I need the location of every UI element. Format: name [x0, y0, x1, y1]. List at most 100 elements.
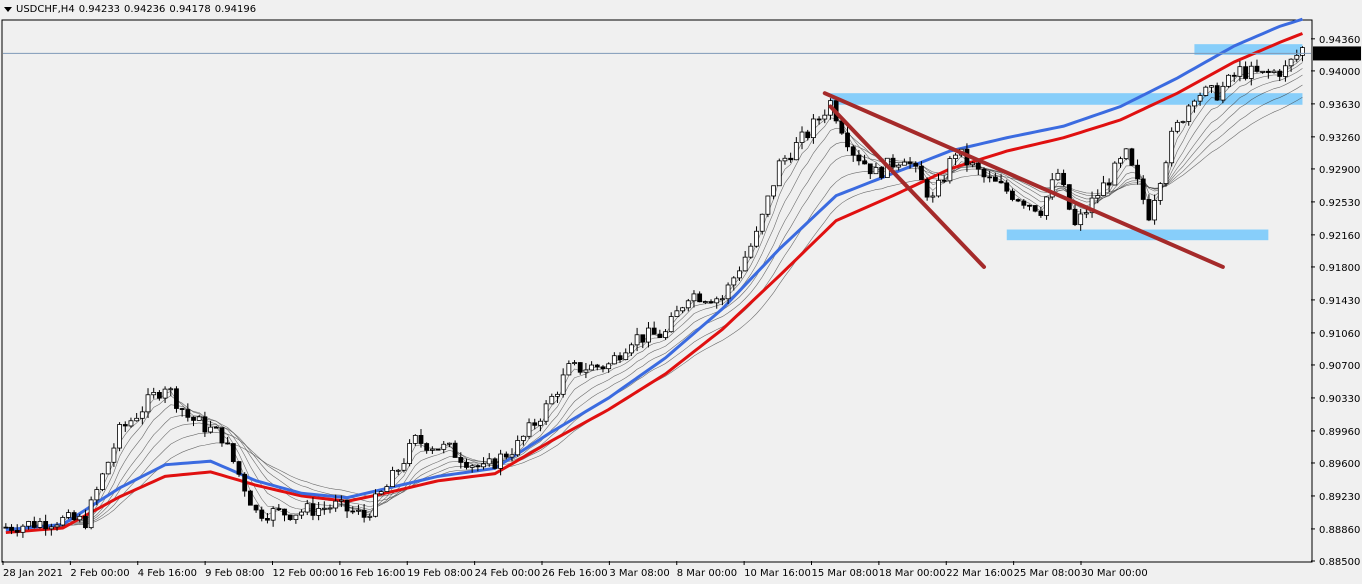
candle-body — [424, 443, 430, 451]
candle-body — [242, 473, 248, 492]
candle-body — [1288, 58, 1294, 67]
candle-body — [640, 334, 646, 343]
moving-average-thin — [5, 74, 1303, 529]
candle-body — [532, 422, 538, 426]
candle-body — [708, 301, 714, 304]
x-tick-label: 19 Feb 08:00 — [407, 568, 473, 579]
current-price-label: 0.94196 — [1317, 49, 1358, 60]
candle-body — [407, 443, 413, 464]
candle-body — [344, 499, 350, 512]
candle-body — [122, 424, 128, 427]
candle-body — [873, 167, 879, 175]
candle-body — [577, 362, 583, 373]
candle-body — [1260, 70, 1266, 73]
candle-body — [230, 443, 236, 462]
candle-body — [520, 435, 526, 441]
candle-body — [856, 154, 862, 162]
candle-body — [759, 213, 765, 232]
candle-body — [418, 435, 424, 444]
candle-body — [378, 491, 384, 495]
price-chart[interactable]: 0.94360 0.94000 0.93630 0.93260 0.92900 0.925… — [0, 0, 1362, 584]
candle-body — [1243, 66, 1248, 79]
candle-body — [776, 160, 782, 187]
candle-body — [145, 394, 151, 413]
candle-body — [253, 504, 259, 511]
candle-body — [412, 435, 418, 444]
candle-body — [464, 462, 469, 468]
candle-body — [555, 393, 560, 397]
candle-body — [560, 374, 566, 395]
candle-body — [310, 503, 316, 516]
candle-body — [447, 442, 452, 445]
candle-body — [788, 157, 794, 161]
candle-body — [83, 515, 88, 529]
candle-body — [401, 463, 407, 471]
candle-body — [668, 316, 674, 333]
candle-body — [1010, 190, 1015, 200]
x-tick-label: 26 Feb 16:00 — [542, 568, 608, 579]
candle-body — [1277, 70, 1283, 77]
candle-body — [919, 165, 924, 181]
candle-body — [953, 154, 958, 159]
candle-body — [168, 388, 174, 391]
candle-body — [390, 470, 395, 487]
candle-body — [572, 362, 577, 364]
y-tick-label: 0.91060 — [1319, 329, 1360, 340]
candle-body — [526, 422, 532, 437]
candle-body — [333, 500, 339, 509]
x-tick-label: 18 Mar 00:00 — [879, 568, 946, 579]
candle-body — [765, 195, 771, 215]
candle-body — [259, 509, 265, 519]
candle-body — [793, 142, 799, 161]
x-tick-label: 28 Jan 2021 — [3, 568, 63, 579]
candle-body — [1140, 178, 1146, 200]
candle-body — [748, 245, 754, 258]
candle-body — [913, 163, 919, 167]
candle-body — [589, 364, 594, 371]
candle-body — [970, 162, 976, 166]
candle-body — [742, 256, 748, 272]
candle-body — [31, 521, 37, 528]
candle-body — [9, 526, 14, 531]
candle-body — [924, 179, 930, 198]
x-tick-label: 8 Mar 00:00 — [677, 568, 737, 579]
candle-body — [196, 416, 202, 421]
candle-body — [503, 453, 509, 458]
candle-body — [600, 366, 606, 370]
candle-body — [1004, 182, 1010, 192]
candle-body — [1123, 148, 1129, 160]
x-tick-label: 12 Feb 00:00 — [273, 568, 339, 579]
candle-body — [100, 473, 105, 490]
trendline — [822, 91, 1225, 269]
candle-body — [26, 521, 31, 527]
candle-body — [1197, 95, 1203, 102]
candle-body — [1163, 162, 1169, 184]
candle-body — [43, 521, 49, 530]
candle-body — [111, 447, 117, 463]
candle-body — [634, 334, 640, 346]
y-tick-label: 0.92530 — [1319, 198, 1360, 209]
candle-body — [509, 454, 515, 458]
candle-body — [1072, 208, 1078, 226]
candle-body — [702, 301, 708, 304]
candle-body — [54, 524, 60, 528]
candle-body — [213, 426, 219, 429]
candle-body — [1209, 85, 1214, 88]
candle-body — [1174, 121, 1180, 132]
candle-body — [663, 331, 668, 338]
candle-body — [651, 327, 657, 335]
candle-body — [429, 448, 435, 451]
x-tick-label: 30 Mar 00:00 — [1081, 568, 1148, 579]
candle-body — [179, 408, 185, 410]
candle-body — [435, 448, 441, 451]
candle-body — [822, 114, 828, 120]
candle-body — [896, 164, 902, 168]
candle-body — [867, 163, 873, 175]
candle-body — [105, 461, 111, 475]
candle-body — [71, 512, 77, 521]
candle-body — [981, 168, 987, 178]
candle-body — [60, 517, 66, 526]
x-tick-label: 3 Mar 08:00 — [609, 568, 669, 579]
moving-average-thin — [5, 57, 1303, 530]
candle-body — [697, 293, 703, 303]
